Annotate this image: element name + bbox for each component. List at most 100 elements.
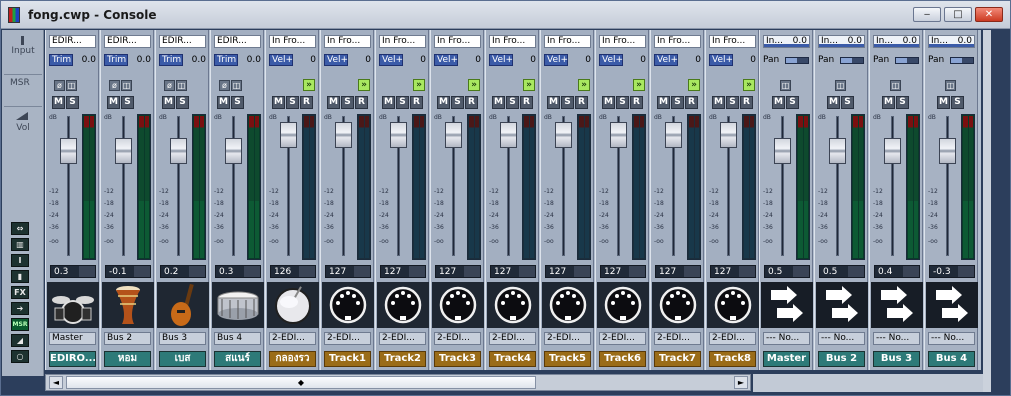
- fx-toggle-icon[interactable]: FX: [11, 286, 29, 299]
- solo-button[interactable]: S: [726, 96, 739, 109]
- vertical-scrollbar[interactable]: [983, 30, 991, 392]
- mute-button[interactable]: M: [52, 96, 65, 109]
- output-select[interactable]: 2-EDI...: [324, 332, 371, 345]
- pan-slider[interactable]: [950, 57, 974, 64]
- scroll-thumb[interactable]: ◆: [66, 376, 536, 389]
- interleave-icon[interactable]: ◫: [121, 80, 132, 91]
- interleave-icon[interactable]: ◫: [231, 80, 242, 91]
- volume-fader-knob[interactable]: [60, 138, 77, 164]
- volume-value[interactable]: 127: [710, 265, 756, 278]
- track-name[interactable]: Track1: [324, 351, 371, 367]
- meter-toggle-icon[interactable]: ▥: [11, 238, 29, 251]
- record-button[interactable]: R: [465, 96, 478, 109]
- volume-fader-knob[interactable]: [280, 122, 297, 148]
- solo-button[interactable]: S: [951, 96, 964, 109]
- input-select[interactable]: In Fro...: [599, 35, 646, 48]
- phase-icon[interactable]: ø: [54, 80, 65, 91]
- interleave-icon[interactable]: ◫: [945, 80, 956, 91]
- fader-track[interactable]: [177, 116, 180, 256]
- trim-control[interactable]: Trim 0.0: [214, 54, 261, 66]
- input-select[interactable]: In Fro...: [434, 35, 481, 48]
- volume-value[interactable]: 127: [490, 265, 536, 278]
- bus-input-control[interactable]: In... 0.0: [928, 35, 975, 48]
- record-button[interactable]: R: [740, 96, 753, 109]
- record-button[interactable]: R: [685, 96, 698, 109]
- bus-name[interactable]: Bus 3: [873, 351, 920, 367]
- volume-fader-knob[interactable]: [720, 122, 737, 148]
- record-button[interactable]: R: [575, 96, 588, 109]
- output-select[interactable]: 2-EDI...: [654, 332, 701, 345]
- volume-value[interactable]: 127: [545, 265, 591, 278]
- output-select[interactable]: Bus 4: [214, 332, 261, 345]
- midi-echo-icon[interactable]: »: [743, 79, 755, 91]
- solo-button[interactable]: S: [396, 96, 409, 109]
- mute-button[interactable]: M: [602, 96, 615, 109]
- volume-value[interactable]: 127: [380, 265, 426, 278]
- solo-button[interactable]: S: [896, 96, 909, 109]
- volume-value[interactable]: 127: [655, 265, 701, 278]
- mute-button[interactable]: M: [437, 96, 450, 109]
- mute-button[interactable]: M: [217, 96, 230, 109]
- bus-name[interactable]: Master: [763, 351, 810, 367]
- volume-fader-knob[interactable]: [774, 138, 791, 164]
- solo-button[interactable]: S: [561, 96, 574, 109]
- fader-track[interactable]: [836, 116, 839, 256]
- volume-value[interactable]: -0.3: [929, 265, 975, 278]
- track-name[interactable]: Track8: [709, 351, 756, 367]
- interleave-icon[interactable]: ◫: [835, 80, 846, 91]
- velocity-control[interactable]: Vel+ 0: [709, 54, 756, 66]
- fader-track[interactable]: [122, 116, 125, 256]
- interleave-icon[interactable]: ◫: [66, 80, 77, 91]
- interleave-icon[interactable]: ◫: [176, 80, 187, 91]
- input-select[interactable]: In Fro...: [379, 35, 426, 48]
- output-select[interactable]: --- No...: [763, 332, 810, 345]
- pan-control[interactable]: Pan: [818, 54, 865, 66]
- input-select[interactable]: EDIR...: [49, 35, 96, 48]
- velocity-control[interactable]: Vel+ 0: [269, 54, 316, 66]
- output-select[interactable]: 2-EDI...: [379, 332, 426, 345]
- solo-button[interactable]: S: [506, 96, 519, 109]
- record-button[interactable]: R: [520, 96, 533, 109]
- output-select[interactable]: Master: [49, 332, 96, 345]
- volume-toggle-icon[interactable]: ◢: [11, 334, 29, 347]
- msr-toggle-icon[interactable]: MSR: [11, 318, 29, 331]
- pan-slider[interactable]: [785, 57, 809, 64]
- volume-fader-knob[interactable]: [610, 122, 627, 148]
- fader-track[interactable]: [946, 116, 949, 256]
- pan-slider[interactable]: [895, 57, 919, 64]
- input-toggle-icon[interactable]: I: [11, 254, 29, 267]
- record-button[interactable]: R: [300, 96, 313, 109]
- track-name[interactable]: Track6: [599, 351, 646, 367]
- input-select[interactable]: In Fro...: [269, 35, 316, 48]
- volume-value[interactable]: 0.2: [160, 265, 206, 278]
- bus-name[interactable]: Bus 2: [818, 351, 865, 367]
- record-button[interactable]: R: [630, 96, 643, 109]
- output-select[interactable]: Bus 3: [159, 332, 206, 345]
- velocity-control[interactable]: Vel+ 0: [599, 54, 646, 66]
- track-name[interactable]: Track7: [654, 351, 701, 367]
- volume-fader-knob[interactable]: [445, 122, 462, 148]
- volume-value[interactable]: 0.3: [215, 265, 261, 278]
- input-select[interactable]: In Fro...: [489, 35, 536, 48]
- mute-button[interactable]: M: [327, 96, 340, 109]
- track-name[interactable]: EDIRO...: [49, 351, 96, 367]
- midi-echo-icon[interactable]: »: [468, 79, 480, 91]
- pan-control[interactable]: Pan: [873, 54, 920, 66]
- track-name[interactable]: Track4: [489, 351, 536, 367]
- pan-control[interactable]: Pan: [763, 54, 810, 66]
- track-name[interactable]: กลองรว: [269, 351, 316, 367]
- velocity-control[interactable]: Vel+ 0: [324, 54, 371, 66]
- output-select[interactable]: 2-EDI...: [269, 332, 316, 345]
- solo-button[interactable]: S: [341, 96, 354, 109]
- scroll-left-arrow[interactable]: ◄: [49, 376, 63, 389]
- trim-control[interactable]: Trim 0.0: [104, 54, 151, 66]
- mute-button[interactable]: M: [937, 96, 950, 109]
- volume-value[interactable]: 0.5: [764, 265, 810, 278]
- fader-track[interactable]: [891, 116, 894, 256]
- volume-fader-knob[interactable]: [390, 122, 407, 148]
- bus-input-control[interactable]: In... 0.0: [763, 35, 810, 48]
- velocity-control[interactable]: Vel+ 0: [489, 54, 536, 66]
- track-name[interactable]: หอม: [104, 351, 151, 367]
- pan-control[interactable]: Pan: [928, 54, 975, 66]
- close-button[interactable]: ✕: [975, 7, 1003, 22]
